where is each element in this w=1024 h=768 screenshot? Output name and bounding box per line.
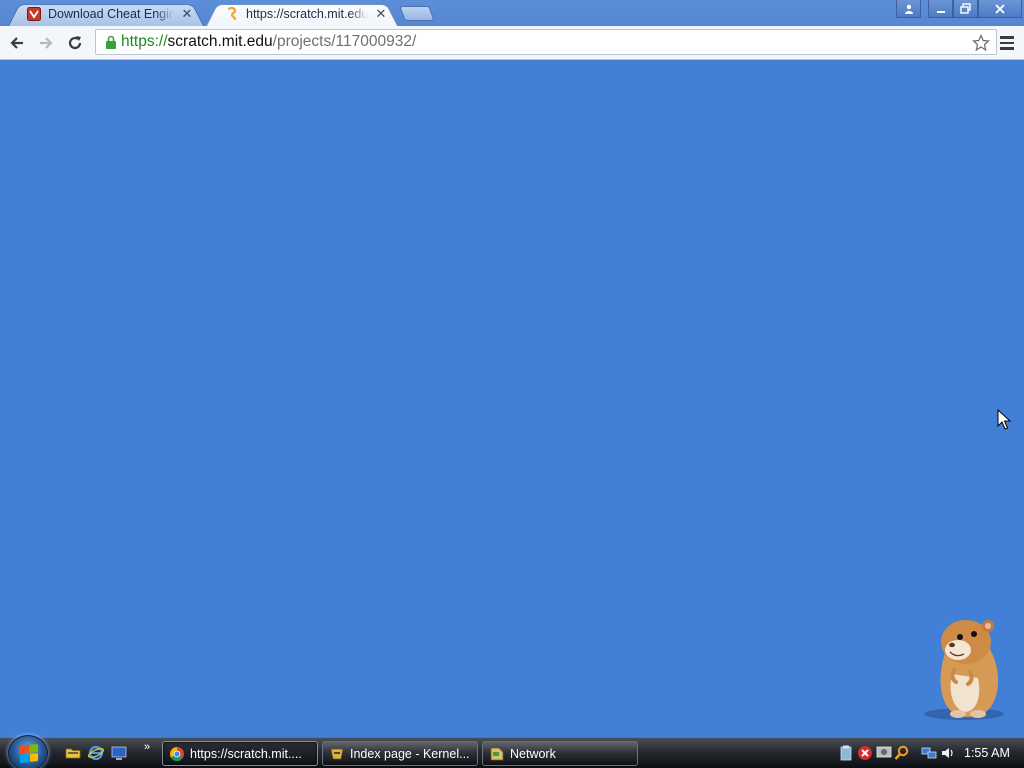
address-bar[interactable]: https://scratch.mit.edu/projects/1170009… xyxy=(95,29,997,55)
restore-icon[interactable] xyxy=(953,0,978,18)
taskbar: » https://scratch.mit.... Index page - K… xyxy=(0,735,1024,768)
taskbar-button-label: https://scratch.mit.... xyxy=(190,746,302,761)
minimize-icon[interactable] xyxy=(928,0,953,18)
chrome-menu-icon[interactable] xyxy=(996,32,1018,54)
tab-scratch[interactable]: https://scratch.mit.edu/p ✕ xyxy=(206,1,398,26)
tab-strip: Download Cheat Engine ✕ https://scratch.… xyxy=(0,0,1024,26)
clipboard-icon[interactable] xyxy=(838,745,854,761)
browser-frame: Download Cheat Engine ✕ https://scratch.… xyxy=(0,0,1024,62)
back-arrow-icon[interactable] xyxy=(5,31,29,55)
scratch-icon xyxy=(224,6,240,22)
start-button[interactable] xyxy=(8,735,48,768)
bookmark-star-icon[interactable] xyxy=(971,33,991,53)
taskbar-button-kernel[interactable]: Index page - Kernel... xyxy=(322,741,478,766)
page-content[interactable] xyxy=(0,62,1024,737)
tab-title: Download Cheat Engine xyxy=(48,6,174,21)
search-icon[interactable] xyxy=(894,745,910,761)
lock-icon xyxy=(102,33,120,51)
hamster-desktop-pet-icon xyxy=(924,620,1004,720)
tab-close-icon[interactable]: ✕ xyxy=(180,6,194,22)
network-tray-icon[interactable] xyxy=(921,745,937,761)
kernel-icon xyxy=(329,746,345,762)
system-clock[interactable]: 1:55 AM xyxy=(964,746,1010,760)
user-icon[interactable] xyxy=(896,0,921,18)
show-desktop-icon[interactable] xyxy=(110,744,128,762)
windows-logo-icon xyxy=(20,744,38,763)
tab-title: https://scratch.mit.edu/p xyxy=(246,6,368,21)
close-icon[interactable] xyxy=(978,0,1022,18)
mouse-cursor-icon xyxy=(997,409,1012,430)
url-path: /projects/117000932/ xyxy=(272,33,417,50)
tab-cheat-engine[interactable]: Download Cheat Engine ✕ xyxy=(8,1,204,26)
taskbar-button-label: Network xyxy=(510,746,556,761)
url-scheme: https:// xyxy=(121,33,168,50)
browser-toolbar: https://scratch.mit.edu/projects/1170009… xyxy=(0,26,1024,60)
shield-alert-icon[interactable] xyxy=(857,745,873,761)
monitor-icon[interactable] xyxy=(876,745,892,761)
chrome-icon xyxy=(169,746,185,762)
forward-arrow-icon[interactable] xyxy=(34,31,58,55)
reload-icon[interactable] xyxy=(63,31,87,55)
tab-close-icon[interactable]: ✕ xyxy=(374,6,388,22)
taskbar-button-label: Index page - Kernel... xyxy=(350,746,470,761)
folder-icon[interactable] xyxy=(64,744,82,762)
url-host: scratch.mit.edu xyxy=(167,33,273,50)
taskbar-button-network[interactable]: Network xyxy=(482,741,638,766)
volume-icon[interactable] xyxy=(940,745,956,761)
cheat-engine-icon xyxy=(26,6,42,22)
ie-icon[interactable] xyxy=(87,744,105,762)
taskbar-button-chrome[interactable]: https://scratch.mit.... xyxy=(162,741,318,766)
new-tab-button[interactable] xyxy=(399,6,435,21)
quick-launch-overflow-icon[interactable]: » xyxy=(144,741,150,753)
network-icon xyxy=(489,746,505,762)
